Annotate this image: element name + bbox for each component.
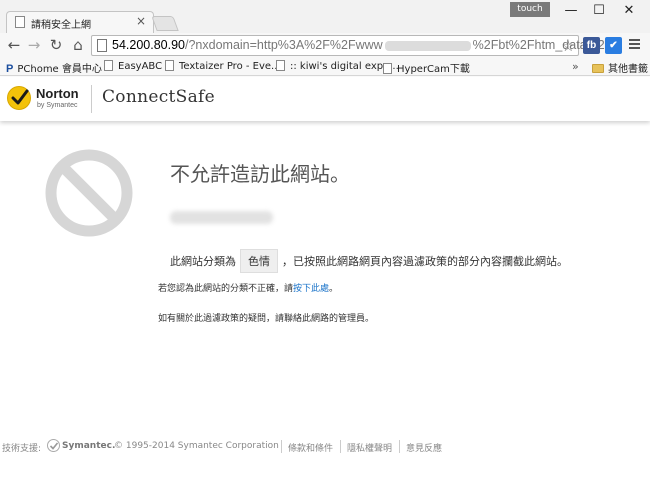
page-icon <box>15 16 25 28</box>
address-bar[interactable]: 54.200.80.90/?nxdomain=http%3A%2F%2Fwww%… <box>91 35 605 56</box>
pchome-icon: P <box>6 63 14 75</box>
terms-link[interactable]: 條款和條件 <box>288 441 333 454</box>
bookmark-easyabc[interactable]: EasyABC <box>104 60 162 72</box>
bookmarks-overflow-button[interactable]: » <box>572 60 579 73</box>
category-message: 此網站分類為 色情 ，已按照此網路網頁內容過濾政策的部分內容攔截此網站。 <box>170 249 568 273</box>
other-bookmarks-folder[interactable]: 其他書籤 <box>592 60 648 75</box>
browser-toolbar: ← → ↻ ⌂ 54.200.80.90/?nxdomain=http%3A%2… <box>0 33 650 58</box>
page-icon <box>276 60 285 71</box>
symantec-check-icon <box>47 439 60 452</box>
footer-divider <box>281 440 282 453</box>
touch-badge: touch <box>510 2 550 17</box>
url-text: 54.200.80.90/?nxdomain=http%3A%2F%2Fwww%… <box>112 38 605 52</box>
close-window-button[interactable]: ✕ <box>616 2 642 20</box>
footer: 技術支援: Symantec. © 1995-2014 Symantec Cor… <box>0 439 650 455</box>
category-badge: 色情 <box>240 249 278 273</box>
page-icon <box>383 63 392 74</box>
facebook-extension-icon[interactable]: fb <box>583 37 600 54</box>
footer-divider <box>340 440 341 453</box>
new-tab-button[interactable] <box>151 16 179 31</box>
checkmark-extension-icon[interactable]: ✔ <box>605 37 622 54</box>
bookmarks-bar: P PChome 會員中心 EasyABC Textaizer Pro - Eve… <box>0 58 650 76</box>
close-tab-icon[interactable]: × <box>136 14 146 28</box>
feedback-link[interactable]: 意見反應 <box>406 441 442 454</box>
blurred-url-segment <box>384 40 471 51</box>
tab-title: 請稍安全上網 <box>31 20 91 31</box>
page-icon <box>165 60 174 71</box>
home-button[interactable]: ⌂ <box>68 36 88 55</box>
minimize-button[interactable]: — <box>558 2 584 20</box>
browser-tab[interactable]: 請稍安全上網 × <box>6 11 154 33</box>
copyright-text: © 1995-2014 Symantec Corporation <box>114 441 279 451</box>
page-icon <box>104 60 113 71</box>
reload-button[interactable]: ↻ <box>46 36 66 55</box>
maximize-button[interactable]: ☐ <box>586 2 612 20</box>
norton-logo-subtitle: by Symantec <box>37 102 78 109</box>
forward-button[interactable]: → <box>24 36 44 55</box>
connectsafe-brand: ConnectSafe <box>102 87 215 107</box>
bookmark-textaizer[interactable]: Textaizer Pro - Eve... <box>165 60 281 72</box>
blurred-blocked-domain <box>170 211 273 224</box>
chrome-menu-icon[interactable] <box>627 37 643 53</box>
page-info-icon[interactable] <box>97 39 107 52</box>
folder-icon <box>592 64 604 73</box>
blocked-icon <box>43 147 135 239</box>
bookmark-kiwi[interactable]: :: kiwi's digital expe... <box>276 60 399 72</box>
norton-header: Norton by Symantec ConnectSafe <box>0 77 650 121</box>
header-divider <box>91 85 92 113</box>
title-bar: 請稍安全上網 × touch — ☐ ✕ <box>0 0 650 33</box>
bookmark-star-icon[interactable]: ☆ <box>562 37 575 55</box>
report-link[interactable]: 按下此處 <box>293 284 329 294</box>
report-message: 若您認為此網站的分類不正確，請按下此處。 <box>158 284 339 294</box>
footer-divider <box>399 440 400 453</box>
norton-logo-text: Norton <box>36 86 79 101</box>
page-title: 不允許造訪此網站。 <box>170 162 350 186</box>
privacy-link[interactable]: 隱私權聲明 <box>347 441 392 454</box>
contact-message: 如有關於此過濾政策的疑問，請聯絡此網路的管理員。 <box>158 314 375 324</box>
back-button[interactable]: ← <box>4 36 24 55</box>
bookmark-hypercam[interactable]: HyperCam下載 <box>383 60 470 75</box>
support-label: 技術支援: <box>2 444 42 454</box>
bookmark-pchome[interactable]: P PChome 會員中心 <box>6 60 102 75</box>
norton-checkmark-logo-icon <box>7 86 31 110</box>
symantec-logo-text: Symantec. <box>62 441 116 451</box>
